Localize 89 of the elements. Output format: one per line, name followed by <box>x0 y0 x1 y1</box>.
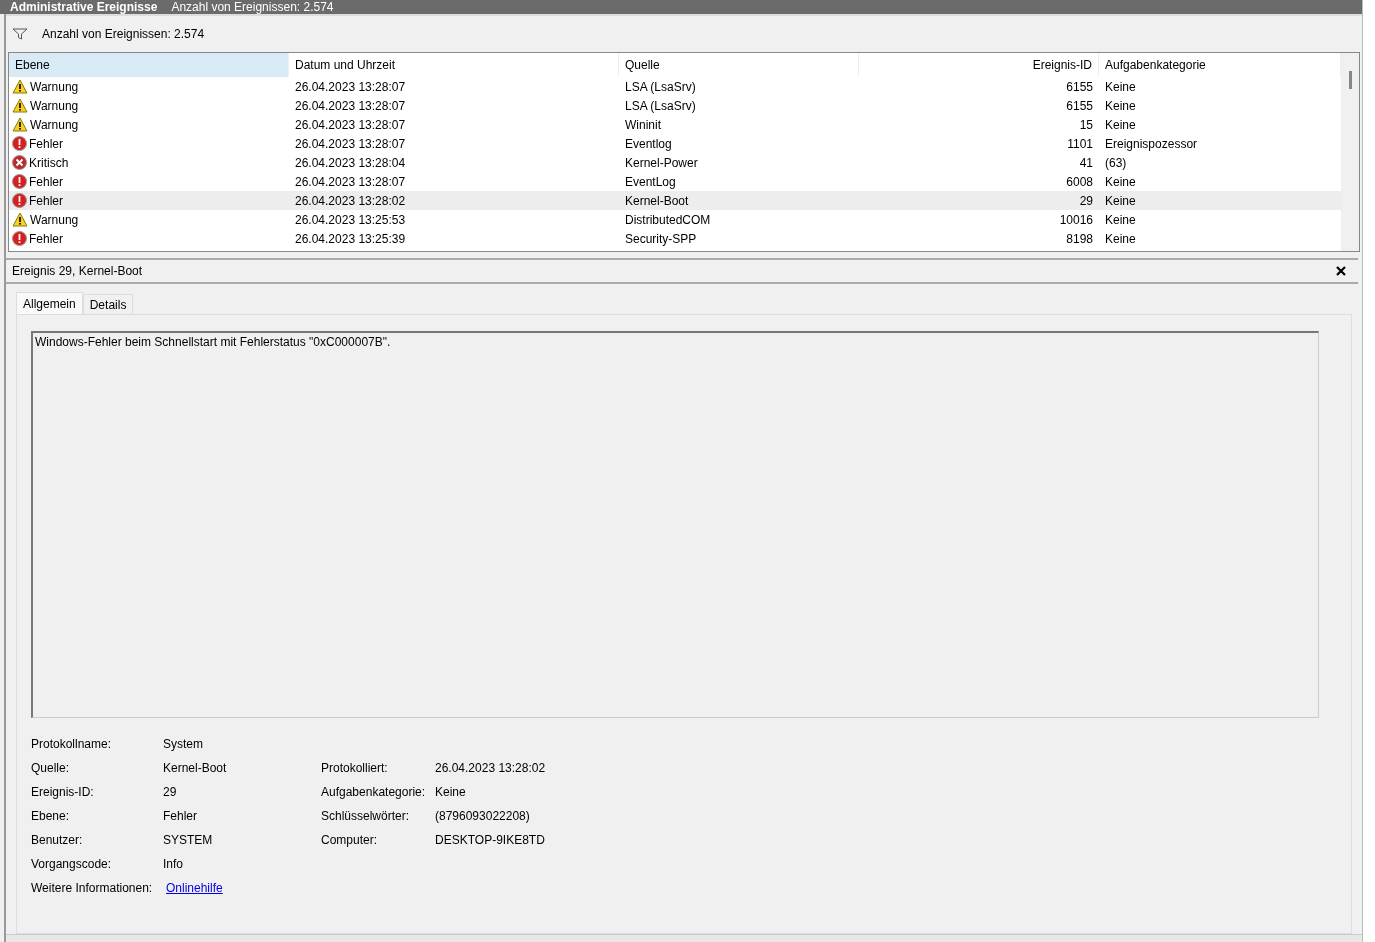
level-text: Fehler <box>29 231 63 246</box>
event-id-cell-text: 6155 <box>1065 79 1094 94</box>
field-label: Protokollname: <box>31 737 112 751</box>
level-text: Kritisch <box>29 155 69 170</box>
category-cell-text: Keine <box>1104 193 1137 208</box>
filter-icon <box>12 28 28 40</box>
level-text: Fehler <box>29 193 63 208</box>
field-value: Kernel-Boot <box>163 761 227 775</box>
date-cell-text: 26.04.2023 13:28:07 <box>294 174 407 189</box>
date-cell-text: 26.04.2023 13:25:39 <box>294 231 407 246</box>
category-cell-text: Keine <box>1104 117 1137 132</box>
event-id-cell-text: 10016 <box>1058 212 1094 227</box>
field-value: Info <box>163 857 183 871</box>
level-text: Warnung <box>30 79 79 94</box>
level-text: Fehler <box>29 136 63 151</box>
category-cell-text: (63) <box>1104 155 1128 170</box>
date-cell-text: 26.04.2023 13:28:07 <box>294 136 407 151</box>
column-header[interactable]: Ebene <box>9 53 289 77</box>
field-label: Computer: <box>321 833 378 847</box>
date-cell-text: 26.04.2023 13:28:04 <box>294 155 407 170</box>
warning-icon <box>12 212 28 227</box>
field-value: System <box>163 737 203 751</box>
date-cell-text: 26.04.2023 13:28:07 <box>294 98 407 113</box>
event-id-cell-text: 41 <box>1078 155 1094 170</box>
description-text: Windows-Fehler beim Schnellstart mit Fehlerstatus "0xC000007B". <box>35 335 391 349</box>
field-label: Schlüsselwörter: <box>321 809 410 823</box>
event-id-cell-text: 6008 <box>1065 174 1094 189</box>
field-value: Fehler <box>163 809 197 823</box>
level-text: Warnung <box>30 117 79 132</box>
event-id-cell-text: 1101 <box>1066 136 1094 151</box>
field-value: Keine <box>435 785 466 799</box>
field-label: Aufgabenkategorie: <box>321 785 426 799</box>
field-label: Ebene: <box>31 809 70 823</box>
source-cell-text: Kernel-Boot <box>624 193 690 208</box>
event-id-cell-text: 29 <box>1078 193 1094 208</box>
source-cell-text: LSA (LsaSrv) <box>624 79 697 94</box>
field-label: Ereignis-ID: <box>31 785 94 799</box>
event-count: Anzahl von Ereignissen: 2.574 <box>171 0 334 14</box>
event-id-cell-text: 8198 <box>1065 231 1094 246</box>
field-value: DESKTOP-9IKE8TD <box>435 833 545 847</box>
warning-icon <box>12 98 28 113</box>
field-label: Vorgangscode: <box>31 857 112 871</box>
error-icon <box>12 231 27 246</box>
source-cell-text: DistributedCOM <box>624 212 712 227</box>
source-cell-text: Kernel-Power <box>624 155 699 170</box>
detail-title: Ereignis 29, Kernel-Boot <box>12 264 143 278</box>
error-icon <box>12 193 27 208</box>
date-cell-text: 26.04.2023 13:25:53 <box>294 212 407 227</box>
field-label: Quelle: <box>31 761 70 775</box>
warning-icon <box>12 117 28 132</box>
category-cell-text: Keine <box>1104 231 1137 246</box>
source-cell-text: Eventlog <box>624 136 673 151</box>
source-cell-text: Security-SPP <box>624 231 698 246</box>
critical-icon <box>12 155 27 170</box>
category-cell-text: Ereignispozessor <box>1104 136 1199 151</box>
source-cell-text: Wininit <box>624 117 662 132</box>
error-icon <box>12 174 27 189</box>
event-row[interactable]: Fehler 26.04.2023 13:28:02 Kernel-Boot 29 Keine <box>9 191 1341 210</box>
field-label: Weitere Informationen: <box>31 881 153 895</box>
tab[interactable]: Allgemein <box>16 292 83 314</box>
category-cell-text: Keine <box>1104 79 1137 94</box>
category-cell-text: Keine <box>1104 212 1137 227</box>
tab[interactable]: Details <box>82 294 134 314</box>
field-value: 26.04.2023 13:28:02 <box>435 761 546 775</box>
field-value: 29 <box>163 785 177 799</box>
source-cell-text: LSA (LsaSrv) <box>624 98 697 113</box>
date-cell-text: 26.04.2023 13:28:07 <box>294 79 407 94</box>
close-button[interactable] <box>1336 266 1346 276</box>
help-link[interactable]: Onlinehilfe <box>163 881 223 895</box>
category-cell-text: Keine <box>1104 98 1137 113</box>
error-icon <box>12 136 27 151</box>
scrollbar[interactable] <box>1341 53 1359 251</box>
field-value: (8796093022208) <box>435 809 530 823</box>
field-value: SYSTEM <box>163 833 213 847</box>
field-label: Benutzer: <box>31 833 83 847</box>
date-cell-text: 26.04.2023 13:28:02 <box>294 193 407 208</box>
level-text: Fehler <box>29 174 63 189</box>
event-count: Anzahl von Ereignissen: 2.574 <box>42 27 205 41</box>
level-text: Warnung <box>30 98 79 113</box>
category-cell-text: Keine <box>1104 174 1137 189</box>
source-cell-text: EventLog <box>624 174 677 189</box>
warning-icon <box>12 79 28 94</box>
level-text: Warnung <box>30 212 79 227</box>
event-id-cell-text: 15 <box>1078 117 1094 132</box>
field-label: Protokolliert: <box>321 761 388 775</box>
scroll-thumb[interactable] <box>1349 71 1352 89</box>
title-text: Administrative Ereignisse <box>10 0 158 14</box>
date-cell-text: 26.04.2023 13:28:07 <box>294 117 407 132</box>
event-id-cell-text: 6155 <box>1065 98 1094 113</box>
